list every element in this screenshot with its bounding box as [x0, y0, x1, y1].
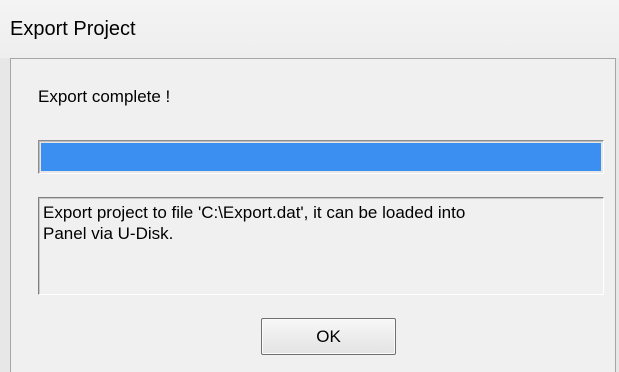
window-frame: Export complete ! Export project to file… [0, 58, 619, 372]
dialog-body: Export complete ! Export project to file… [10, 58, 616, 372]
status-label: Export complete ! [38, 87, 171, 106]
progress-bar-fill [41, 143, 601, 171]
window-title: Export Project [10, 18, 136, 40]
title-bar[interactable]: Export Project [0, 0, 619, 58]
ok-button[interactable]: OK [261, 318, 396, 355]
message-text: Export project to file 'C:\Export.dat', … [38, 197, 604, 295]
progress-bar [38, 140, 604, 174]
